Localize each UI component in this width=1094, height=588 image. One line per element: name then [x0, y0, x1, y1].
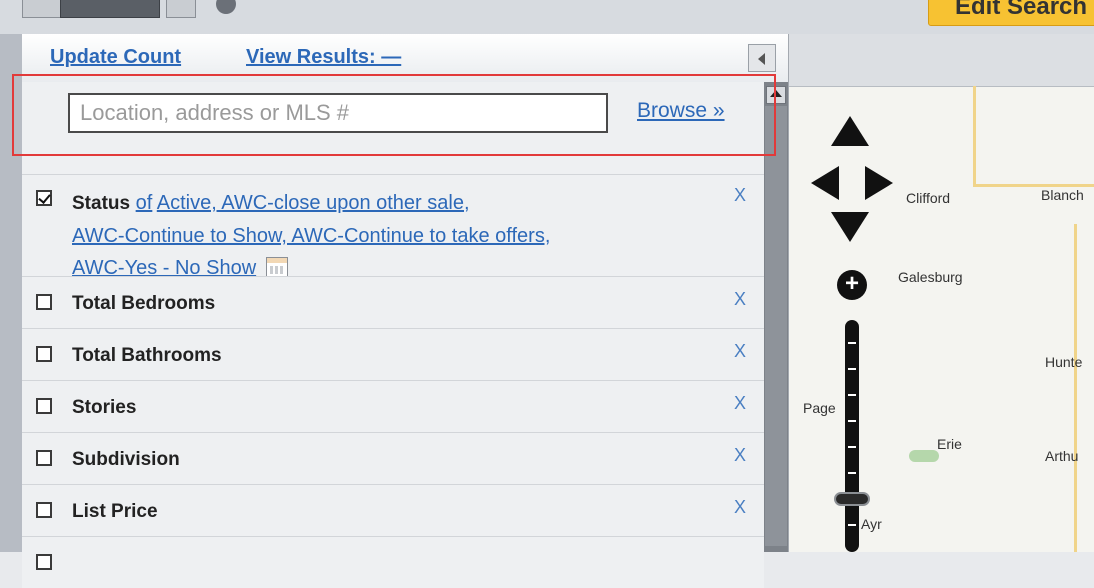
zoom-in-icon[interactable]: +	[837, 270, 867, 300]
help-icon[interactable]	[216, 0, 236, 14]
filter-label: Stories	[72, 397, 137, 418]
scroll-up-arrow-icon[interactable]	[766, 86, 786, 104]
filter-row-list-price: List Price X	[22, 484, 764, 536]
browse-link[interactable]: Browse »	[637, 99, 725, 123]
map-place-label: Clifford	[906, 190, 951, 206]
pan-right-icon[interactable]	[865, 166, 893, 200]
zoom-tick	[848, 342, 856, 344]
zoom-tick	[848, 394, 856, 396]
panel-header: Update Count View Results: —	[22, 34, 788, 83]
location-search-row: Browse »	[22, 82, 764, 174]
scroll-thumb[interactable]	[765, 106, 787, 546]
filter-row-total-bathrooms: Total Bathrooms X	[22, 328, 764, 380]
zoom-tick	[848, 446, 856, 448]
status-value-link[interactable]: AWC-Continue to Show, AWC-Continue to ta…	[72, 225, 550, 247]
map-place-label: Ayr	[861, 516, 882, 532]
status-value-link[interactable]: Active, AWC-close upon other sale,	[157, 192, 470, 214]
stories-checkbox[interactable]	[36, 398, 52, 414]
map-place-label: Arthu	[1045, 448, 1079, 464]
filter-label: Total Bathrooms	[72, 345, 222, 366]
map-header	[789, 34, 1094, 87]
pan-up-icon[interactable]	[831, 116, 869, 146]
filter-row-stories: Stories X	[22, 380, 764, 432]
remove-filter-button[interactable]: X	[734, 445, 746, 466]
map-place-label: Page	[803, 400, 836, 416]
view-results-link[interactable]: View Results: —	[246, 46, 401, 69]
zoom-tick	[848, 368, 856, 370]
filter-label: Subdivision	[72, 449, 180, 470]
toolbar-button[interactable]	[22, 0, 62, 18]
filter-row-total-bedrooms: Total Bedrooms X	[22, 276, 764, 328]
filter-label: Total Bedrooms	[72, 293, 216, 314]
map-place-label: Galesburg	[898, 269, 963, 285]
pan-down-icon[interactable]	[831, 212, 869, 242]
filter-row-status: Status of Active, AWC-close upon other s…	[22, 174, 764, 279]
zoom-tick	[848, 524, 856, 526]
map-place-label: Blanch	[1041, 187, 1084, 203]
zoom-tick	[848, 420, 856, 422]
status-of-link[interactable]: of	[136, 192, 153, 214]
remove-filter-button[interactable]: X	[734, 341, 746, 362]
zoom-tick	[848, 472, 856, 474]
filter-list: Status of Active, AWC-close upon other s…	[22, 174, 764, 588]
map-water	[909, 450, 939, 462]
map-road	[973, 86, 976, 186]
edit-search-button[interactable]: Edit Search	[928, 0, 1094, 26]
top-toolbar: Edit Search	[0, 0, 1094, 35]
collapse-panel-button[interactable]	[748, 44, 776, 72]
map-place-label: Hunte	[1045, 354, 1083, 370]
map-road	[1074, 224, 1077, 552]
search-criteria-panel: Update Count View Results: — Browse » St…	[22, 34, 789, 588]
total-bathrooms-checkbox[interactable]	[36, 346, 52, 362]
toolbar-button-active[interactable]	[60, 0, 160, 18]
status-summary: Status of Active, AWC-close upon other s…	[72, 187, 722, 284]
pan-left-icon[interactable]	[811, 166, 839, 200]
status-label: Status	[72, 193, 131, 214]
toolbar-button[interactable]	[166, 0, 196, 18]
remove-filter-button[interactable]: X	[734, 497, 746, 518]
status-checkbox[interactable]	[36, 190, 52, 206]
list-price-checkbox[interactable]	[36, 502, 52, 518]
next-filter-checkbox[interactable]	[36, 554, 52, 570]
filter-row-subdivision: Subdivision X	[22, 432, 764, 484]
filter-row-next	[22, 536, 764, 588]
remove-filter-button[interactable]: X	[734, 393, 746, 414]
calendar-icon[interactable]	[265, 257, 288, 277]
subdivision-checkbox[interactable]	[36, 450, 52, 466]
map-place-label: Erie	[937, 436, 962, 452]
total-bedrooms-checkbox[interactable]	[36, 294, 52, 310]
panel-scrollbar[interactable]	[764, 82, 788, 552]
remove-filter-button[interactable]: X	[734, 185, 746, 206]
left-rail	[0, 34, 23, 552]
update-count-link[interactable]: Update Count	[50, 46, 181, 69]
filter-label: List Price	[72, 501, 158, 522]
zoom-slider-handle[interactable]	[834, 492, 870, 506]
zoom-slider[interactable]	[845, 320, 859, 552]
remove-filter-button[interactable]: X	[734, 289, 746, 310]
map-view[interactable]: Clifford Blanch Galesburg Hunte Page Eri…	[789, 34, 1094, 552]
location-search-input[interactable]	[68, 93, 608, 133]
